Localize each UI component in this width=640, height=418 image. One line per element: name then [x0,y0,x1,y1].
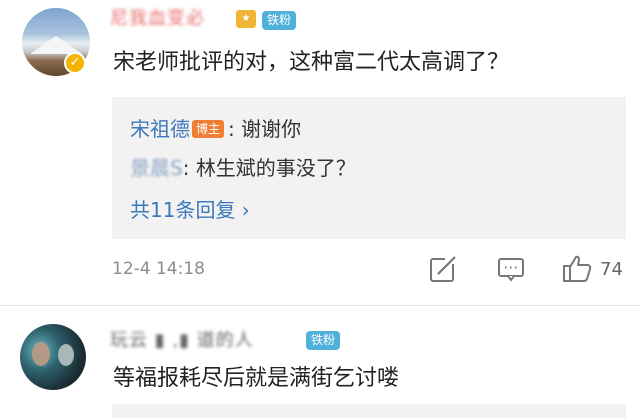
reply-line: 景晨S: 林生斌的事没了？ [130,156,356,180]
reply-line: 宋祖德 博主: 谢谢你 [130,117,302,141]
comment-icon[interactable] [496,254,526,284]
reply-author[interactable]: 景晨S [130,156,183,180]
like-count: 74 [600,259,623,280]
divider [0,305,640,306]
comment-text: 等福报耗尽后就是满街乞讨喽 [113,366,400,391]
verified-icon: ✓ [64,52,86,74]
commenter-avatar[interactable] [20,324,86,390]
reply-box[interactable] [112,404,626,418]
commenter-username[interactable]: 玩云 ▮ ,▮ 道的人 [110,326,254,352]
comment-timestamp: 12-4 14:18 [112,259,205,279]
reply-box[interactable]: 宋祖德 博主: 谢谢你 景晨S: 林生斌的事没了？ 共11条回复 › [112,97,626,239]
reply-text: 林生斌的事没了？ [195,156,356,180]
more-replies-link[interactable]: 共11条回复 › [130,194,250,223]
comment-text: 宋老师批评的对，这种富二代太高调了？ [113,50,510,75]
share-icon[interactable] [428,254,458,284]
thumbs-up-icon[interactable] [562,254,594,284]
fan-badge: 铁粉 [262,11,297,30]
host-badge: 博主 [192,120,225,138]
commenter-username[interactable]: 尼我血变必 [110,4,205,30]
fan-badge: 铁粉 [306,331,341,350]
medal-icon: ★ [236,10,256,28]
reply-author[interactable]: 宋祖德 [130,117,190,141]
reply-text: 谢谢你 [241,117,302,141]
